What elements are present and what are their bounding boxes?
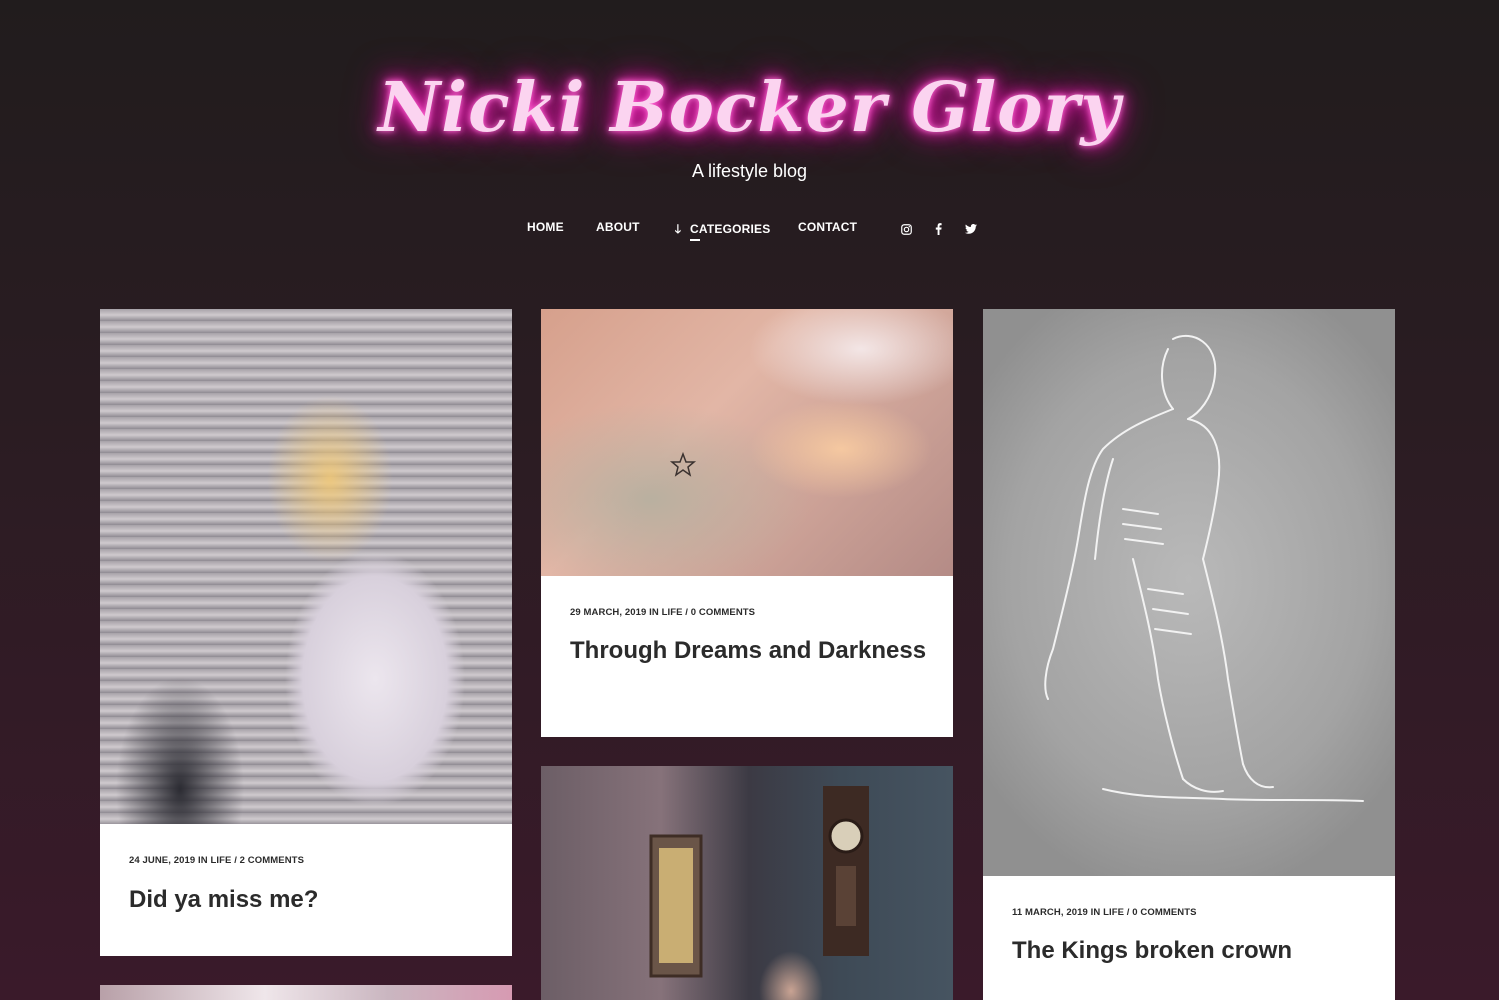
post-image[interactable]	[100, 309, 512, 824]
post-comments-link[interactable]: 0 COMMENTS	[691, 607, 755, 618]
nav-home[interactable]: HOME	[527, 220, 564, 240]
page: Nicki Bocker Glory A lifestyle blog HOME…	[0, 0, 1499, 1000]
post-card-body: 29 MARCH, 2019 IN LIFE / 0 COMMENTS Thro…	[541, 576, 953, 737]
post-title[interactable]: Through Dreams and Darkness	[570, 636, 930, 665]
nav-active-underline	[690, 239, 700, 241]
dancer-sketch-illustration	[1044, 334, 1364, 802]
post-card[interactable]	[100, 985, 512, 1000]
post-meta-in: IN	[198, 855, 208, 866]
post-card-body: 11 MARCH, 2019 IN LIFE / 0 COMMENTS The …	[983, 876, 1395, 1000]
post-category-link[interactable]: LIFE	[210, 855, 231, 866]
post-date: 29 MARCH, 2019	[570, 607, 647, 618]
post-date: 24 JUNE, 2019	[129, 855, 196, 866]
site-logo[interactable]: Nicki Bocker Glory	[0, 68, 1499, 148]
post-card[interactable]	[541, 766, 953, 1000]
post-title[interactable]: The Kings broken crown	[1012, 936, 1372, 965]
post-card[interactable]: 24 JUNE, 2019 IN LIFE / 2 COMMENTS Did y…	[100, 309, 512, 956]
post-image[interactable]	[983, 309, 1395, 876]
post-card[interactable]: 11 MARCH, 2019 IN LIFE / 0 COMMENTS The …	[983, 309, 1395, 1000]
post-card-body: 24 JUNE, 2019 IN LIFE / 2 COMMENTS Did y…	[100, 824, 512, 956]
post-category-link[interactable]: LIFE	[662, 607, 683, 618]
post-meta: 29 MARCH, 2019 IN LIFE / 0 COMMENTS	[570, 607, 756, 618]
post-date: 11 MARCH, 2019	[1012, 907, 1088, 918]
post-meta: 11 MARCH, 2019 IN LIFE / 0 COMMENTS	[1012, 907, 1197, 918]
post-title[interactable]: Did ya miss me?	[129, 885, 489, 914]
post-card[interactable]: 29 MARCH, 2019 IN LIFE / 0 COMMENTS Thro…	[541, 309, 953, 737]
site-tagline: A lifestyle blog	[691, 161, 808, 181]
post-comments-link[interactable]: 2 COMMENTS	[240, 855, 304, 866]
post-image[interactable]	[541, 309, 953, 576]
post-image[interactable]	[100, 985, 512, 1000]
star-tattoo-icon	[669, 451, 697, 477]
arrow-down-icon: 🡓	[674, 222, 682, 236]
nav-contact[interactable]: CONTACT	[798, 220, 857, 240]
post-comments-link[interactable]: 0 COMMENTS	[1132, 907, 1196, 918]
post-category-link[interactable]: LIFE	[1103, 907, 1124, 918]
post-image[interactable]	[541, 766, 953, 1000]
site-header: Nicki Bocker Glory A lifestyle blog HOME…	[0, 0, 1499, 290]
nav-about[interactable]: ABOUT	[596, 220, 640, 240]
wall-clock-illustration	[649, 786, 869, 978]
instagram-icon[interactable]	[899, 222, 913, 236]
twitter-icon[interactable]	[964, 222, 978, 236]
facebook-icon[interactable]	[931, 222, 945, 236]
post-meta-in: IN	[649, 607, 659, 618]
post-meta: 24 JUNE, 2019 IN LIFE / 2 COMMENTS	[129, 855, 305, 866]
main-nav: HOME ABOUT 🡓 CATEGORIES CONTACT	[0, 220, 1499, 244]
post-meta-in: IN	[1090, 907, 1101, 918]
nav-categories[interactable]: 🡓 CATEGORIES	[672, 220, 771, 241]
nav-categories-label: CATEGORIES	[690, 222, 771, 236]
